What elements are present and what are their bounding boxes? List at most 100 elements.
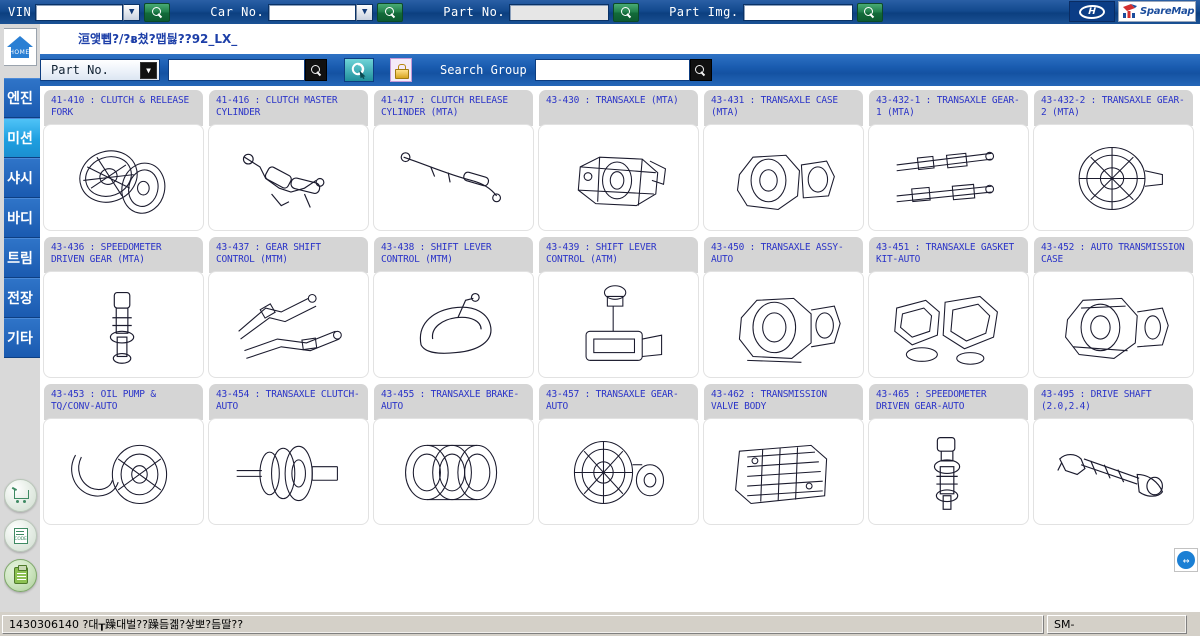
part-group-card[interactable]: 43-465 : SPEEDOMETER DRIVEN GEAR-AUTO (869, 384, 1028, 524)
part-illustration (933, 436, 961, 510)
search-group-button[interactable] (689, 59, 712, 81)
part-group-thumbnail[interactable] (539, 419, 698, 524)
part-group-thumbnail[interactable] (539, 272, 698, 377)
part-group-card-header: 43-437 : GEAR SHIFT CONTROL (MTM) (209, 237, 368, 273)
car-no-dropdown-arrow[interactable]: ▼ (356, 3, 374, 21)
sidebar-item-engine[interactable]: 엔진 (0, 78, 40, 118)
part-no-input[interactable] (509, 3, 610, 21)
part-group-card[interactable]: 43-430 : TRANSAXLE (MTA) (539, 90, 698, 230)
part-group-thumbnail[interactable] (704, 272, 863, 377)
part-group-card[interactable]: 43-432-1 : TRANSAXLE GEAR-1 (MTA) (869, 90, 1028, 230)
part-group-card[interactable]: 43-432-2 : TRANSAXLE GEAR-2 (MTA) (1034, 90, 1193, 230)
vin-dropdown-arrow[interactable]: ▼ (123, 3, 141, 21)
search-group-input[interactable] (534, 59, 690, 81)
part-group-card[interactable]: 43-438 : SHIFT LEVER CONTROL (MTM) (374, 237, 533, 377)
part-group-title: 43-432-1 : TRANSAXLE GEAR-1 (MTA) (876, 95, 1020, 118)
part-group-card-header: 43-432-1 : TRANSAXLE GEAR-1 (MTA) (869, 90, 1028, 126)
part-group-card[interactable]: 41-417 : CLUTCH RELEASE CYLINDER (MTA) (374, 90, 533, 230)
part-group-thumbnail[interactable] (869, 272, 1028, 377)
part-group-thumbnail[interactable] (209, 125, 368, 230)
part-group-thumbnail[interactable] (209, 419, 368, 524)
part-group-title: 41-416 : CLUTCH MASTER CYLINDER (216, 95, 338, 118)
part-no-search-button[interactable] (613, 2, 640, 22)
part-group-card[interactable]: 43-437 : GEAR SHIFT CONTROL (MTM) (209, 237, 368, 377)
search-keyword-input[interactable] (168, 59, 305, 81)
part-illustration (738, 297, 841, 363)
part-illustration (585, 284, 663, 361)
vin-search-button[interactable] (144, 2, 171, 22)
part-illustration (1065, 297, 1169, 359)
part-group-thumbnail[interactable] (1034, 272, 1193, 377)
sidebar-item-body[interactable]: 바디 (0, 198, 40, 238)
cart-button[interactable] (4, 479, 37, 512)
part-group-card-header: 43-436 : SPEEDOMETER DRIVEN GEAR (MTA) (44, 237, 203, 273)
part-group-card[interactable]: 43-450 : TRANSAXLE ASSY-AUTO (704, 237, 863, 377)
part-group-card[interactable]: 43-495 : DRIVE SHAFT (2.0,2.4) (1034, 384, 1193, 524)
car-no-search-button[interactable] (377, 2, 404, 22)
status-model: SM- (1047, 614, 1187, 634)
vin-combo[interactable]: ▼ (35, 3, 141, 21)
part-group-card-header: 43-431 : TRANSAXLE CASE (MTA) (704, 90, 863, 126)
part-illustration (1078, 146, 1163, 210)
part-group-card[interactable]: 43-454 : TRANSAXLE CLUTCH-AUTO (209, 384, 368, 524)
part-group-thumbnail[interactable] (44, 272, 203, 377)
car-no-input[interactable] (268, 3, 357, 21)
part-group-grid: 41-410 : CLUTCH & RELEASE FORK 41-416 : C… (40, 86, 1193, 531)
home-button[interactable]: HOME (2, 28, 37, 66)
part-group-thumbnail[interactable] (869, 419, 1028, 524)
part-group-card[interactable]: 43-455 : TRANSAXLE BRAKE-AUTO (374, 384, 533, 524)
sidebar-item-electrical[interactable]: 전장 (0, 278, 40, 318)
part-img-input[interactable] (742, 3, 853, 21)
panel-expander-button[interactable]: ↔ (1174, 548, 1198, 572)
part-group-title: 43-457 : TRANSAXLE GEAR-AUTO (546, 389, 679, 412)
part-group-thumbnail[interactable] (1034, 125, 1193, 230)
part-group-thumbnail[interactable] (374, 125, 533, 230)
car-no-combo[interactable]: ▼ (268, 3, 374, 21)
part-group-thumbnail[interactable] (1034, 419, 1193, 524)
part-group-card[interactable]: 43-452 : AUTO TRANSMISSION CASE (1034, 237, 1193, 377)
part-illustration (736, 154, 835, 210)
part-group-thumbnail[interactable] (44, 419, 203, 524)
search-keyword-button[interactable] (305, 59, 327, 81)
part-illustration (405, 444, 498, 500)
part-group-thumbnail[interactable] (539, 125, 698, 230)
part-group-thumbnail[interactable] (374, 272, 533, 377)
part-group-card[interactable]: 43-462 : TRANSMISSION VALVE BODY (704, 384, 863, 524)
part-group-title: 43-465 : SPEEDOMETER DRIVEN GEAR-AUTO (876, 389, 987, 412)
sidebar-item-chassis[interactable]: 샤시 (0, 158, 40, 198)
part-group-card[interactable]: 43-431 : TRANSAXLE CASE (MTA) (704, 90, 863, 230)
search-category-select[interactable]: Part No. ▼ (40, 59, 160, 81)
part-group-card[interactable]: 43-436 : SPEEDOMETER DRIVEN GEAR (MTA) (44, 237, 203, 377)
sidebar-item-trim[interactable]: 트림 (0, 238, 40, 278)
lock-icon[interactable] (390, 58, 412, 82)
part-group-card[interactable]: 43-457 : TRANSAXLE GEAR-AUTO (539, 384, 698, 524)
part-img-search-button[interactable] (856, 2, 883, 22)
part-group-card[interactable]: 43-451 : TRANSAXLE GASKET KIT-AUTO (869, 237, 1028, 377)
top-search-bar: VIN ▼ Car No. ▼ Part No. Part Img. H Spa… (0, 0, 1200, 24)
home-label: HOME (9, 48, 30, 56)
part-group-card-header: 43-465 : SPEEDOMETER DRIVEN GEAR-AUTO (869, 384, 1028, 420)
vin-input[interactable] (35, 3, 124, 21)
part-group-thumbnail[interactable] (44, 125, 203, 230)
part-group-thumbnail[interactable] (374, 419, 533, 524)
part-group-thumbnail[interactable] (209, 272, 368, 377)
part-group-thumbnail[interactable] (704, 125, 863, 230)
part-group-card[interactable]: 43-453 : OIL PUMP & TQ/CONV-AUTO (44, 384, 203, 524)
breadcrumb[interactable]: 洹앷뻽?/?ᴃ쳤?맵딇??92_LX_ (78, 30, 237, 47)
sidebar-item-mission[interactable]: 미션 (0, 118, 40, 158)
clipboard-button[interactable] (4, 559, 37, 592)
part-group-card[interactable]: 43-439 : SHIFT LEVER CONTROL (ATM) (539, 237, 698, 377)
search-cursor-icon[interactable] (344, 58, 374, 82)
status-message: 1430306140 ?대┰躁대벌??躁듬곎?샇뽀?듬딸?? (2, 614, 1044, 634)
part-group-card-header: 43-455 : TRANSAXLE BRAKE-AUTO (374, 384, 533, 420)
part-group-card[interactable]: 41-410 : CLUTCH & RELEASE FORK (44, 90, 203, 230)
part-group-thumbnail[interactable] (869, 125, 1028, 230)
expand-horizontal-icon: ↔ (1177, 551, 1195, 569)
part-group-thumbnail[interactable] (704, 419, 863, 524)
sidebar-item-etc[interactable]: 기타 (0, 318, 40, 358)
clipboard-icon (13, 565, 28, 584)
part-illustration (577, 156, 667, 206)
code-doc-button[interactable]: CODE (4, 519, 37, 552)
chevron-down-icon[interactable]: ▼ (140, 62, 157, 79)
part-group-card[interactable]: 41-416 : CLUTCH MASTER CYLINDER (209, 90, 368, 230)
